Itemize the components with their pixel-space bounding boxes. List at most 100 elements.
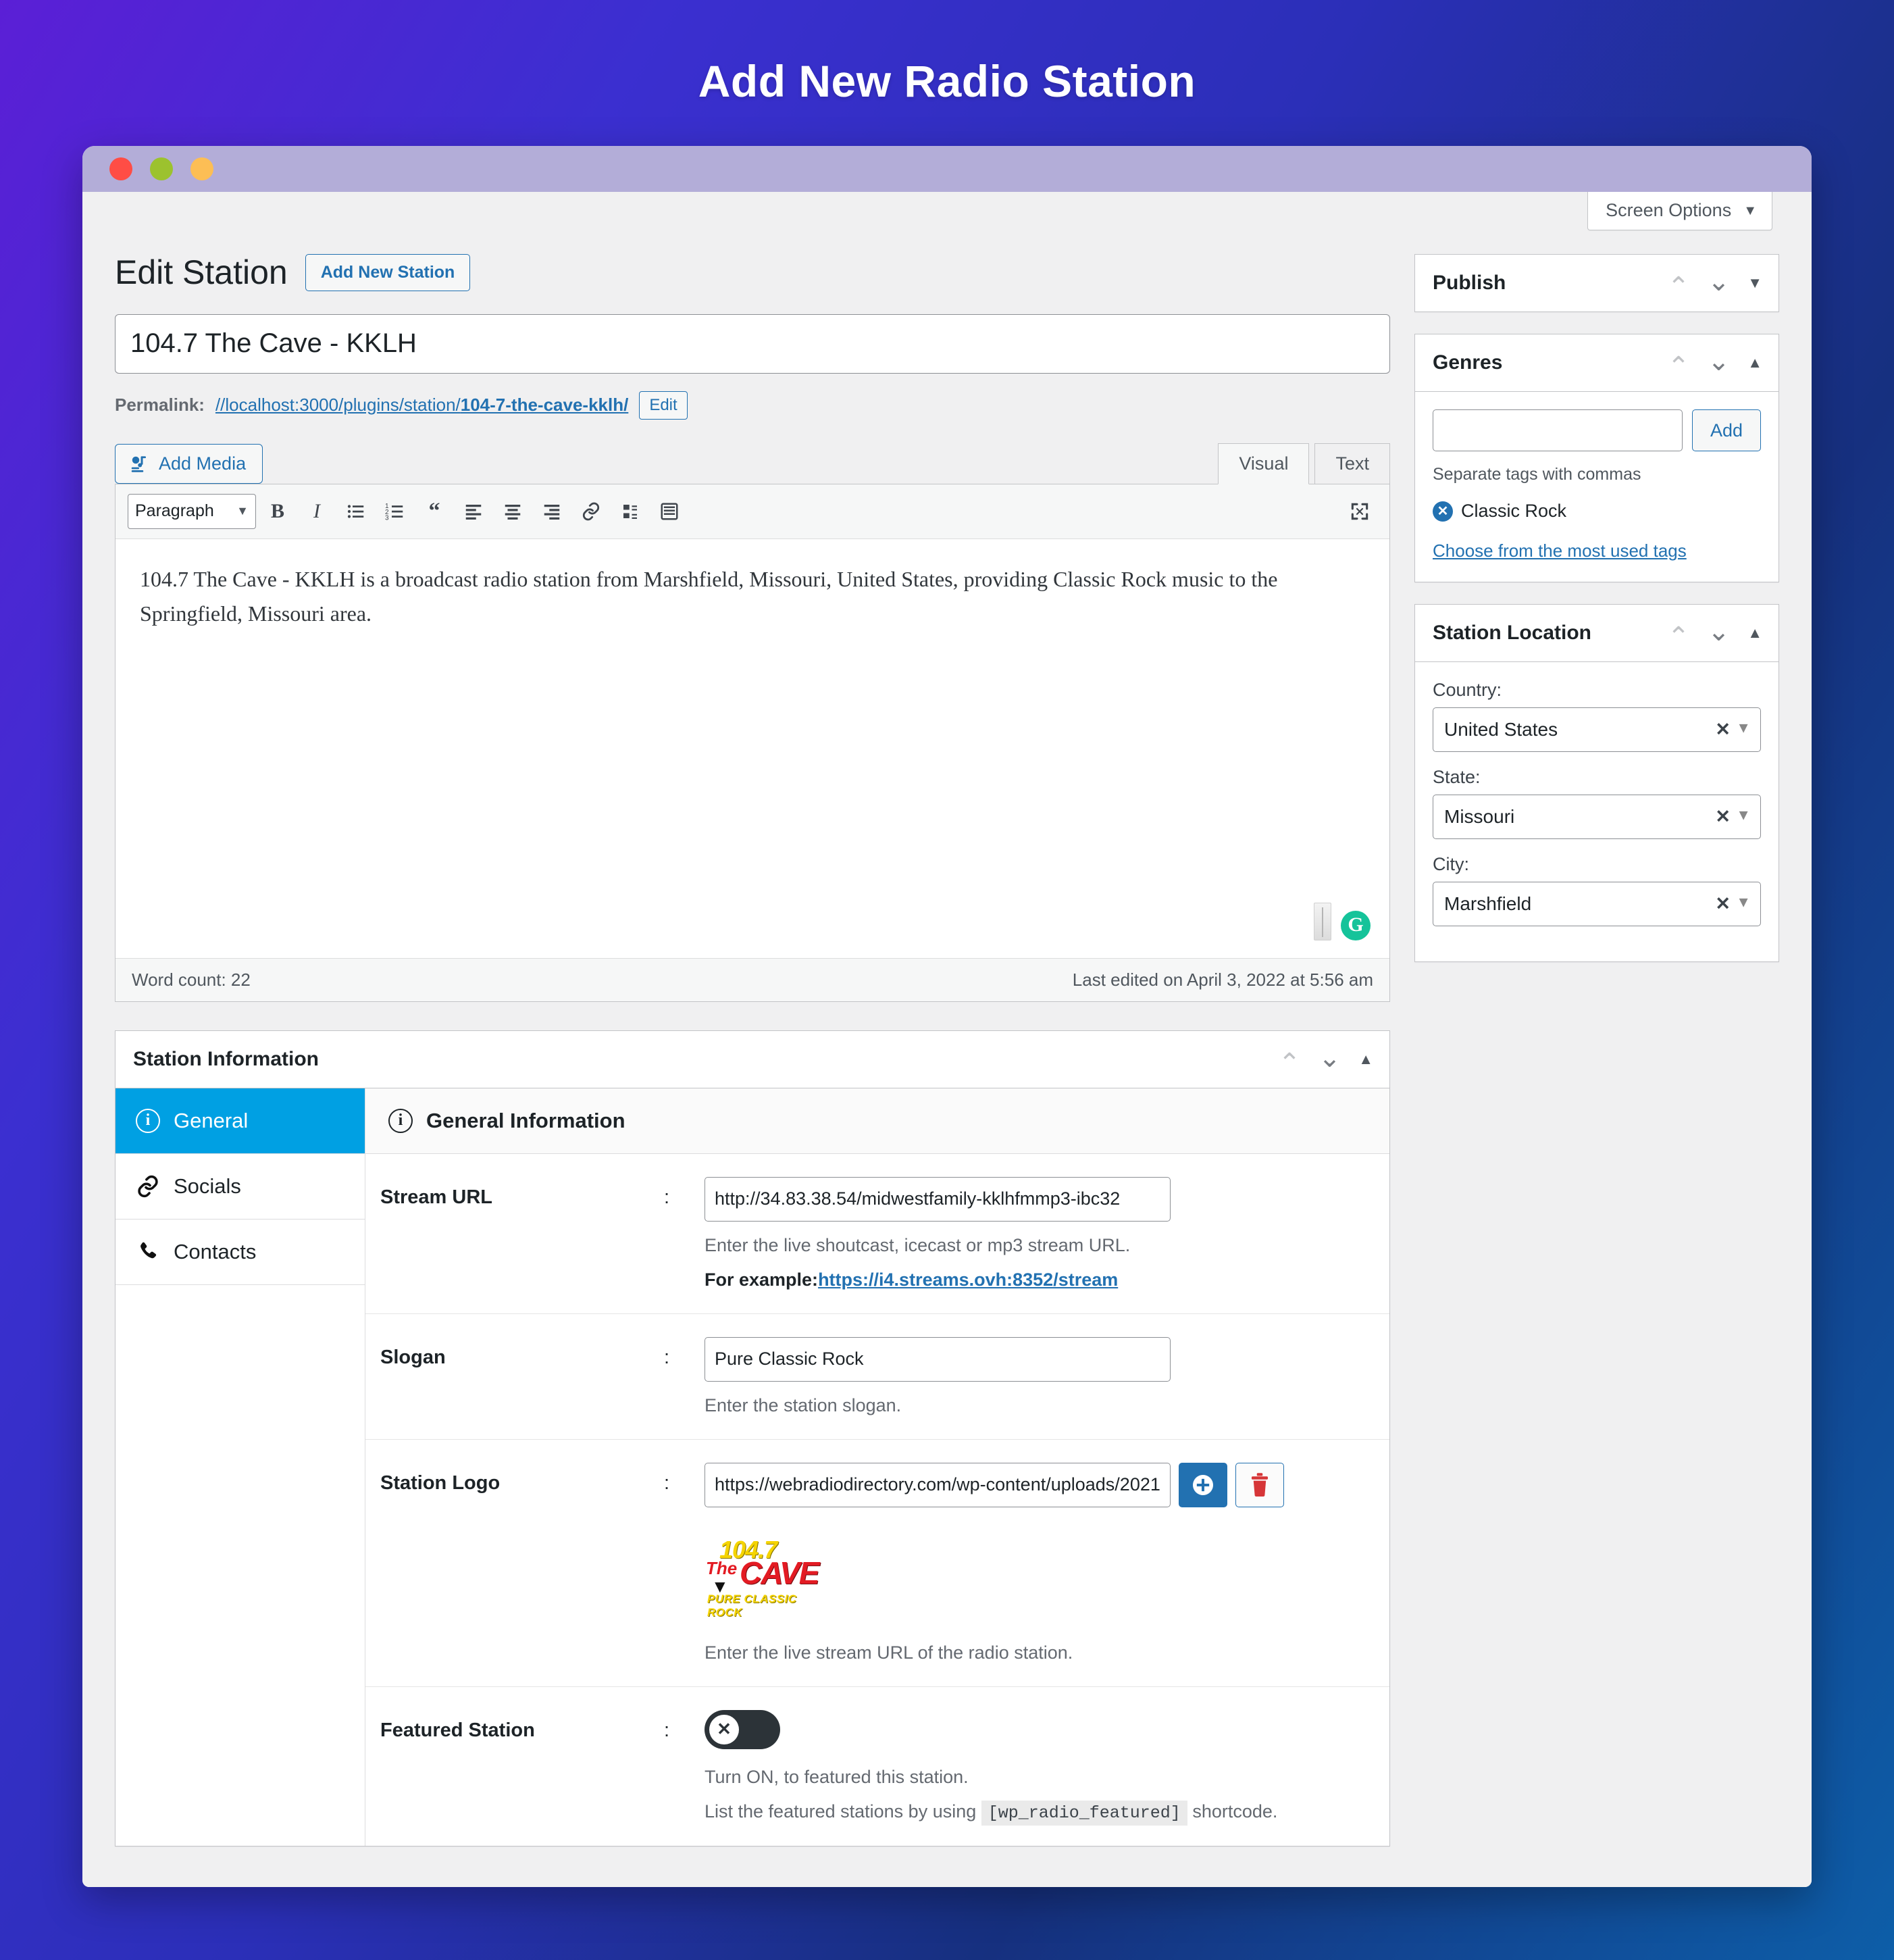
publish-order-handles: [1667, 270, 1762, 297]
station-logo-value-wrap: 104.7 The CAVE ▼ PURE CLASSIC ROCK Enter…: [705, 1462, 1366, 1663]
si-tab-general[interactable]: i General: [116, 1088, 365, 1154]
slogan-input[interactable]: [705, 1336, 1171, 1382]
clear-state-icon[interactable]: ✕: [1715, 807, 1731, 828]
tab-visual[interactable]: Visual: [1218, 443, 1310, 484]
align-right-icon[interactable]: [534, 494, 569, 529]
stream-url-example-prefix: For example:: [705, 1269, 819, 1290]
info-icon: i: [136, 1108, 160, 1133]
editor-mode-tabs: Visual Text: [1212, 443, 1390, 484]
location-order-handles: [1667, 620, 1762, 647]
editor-resize-handle[interactable]: [1314, 902, 1331, 940]
stream-url-example-link[interactable]: https://i4.streams.ovh:8352/stream: [818, 1270, 1118, 1290]
state-select[interactable]: Missouri ✕ ▼: [1433, 795, 1761, 839]
field-slogan: Slogan : Enter the station slogan.: [365, 1314, 1389, 1440]
clear-country-icon[interactable]: ✕: [1715, 720, 1731, 740]
delete-logo-button[interactable]: [1235, 1462, 1284, 1507]
chevron-down-icon: ▼: [1736, 719, 1751, 736]
country-select[interactable]: United States ✕ ▼: [1433, 707, 1761, 752]
si-tab-contacts-label: Contacts: [174, 1239, 257, 1263]
station-logo-desc: Enter the live stream URL of the radio s…: [705, 1642, 1073, 1663]
svg-text:3: 3: [385, 514, 389, 522]
blockquote-icon[interactable]: “: [417, 494, 452, 529]
window-minimize-dot[interactable]: [150, 157, 173, 180]
align-center-icon[interactable]: [495, 494, 530, 529]
read-more-icon[interactable]: [613, 494, 648, 529]
move-down-icon[interactable]: [1319, 1046, 1341, 1073]
screen-options-toggle[interactable]: Screen Options ▼: [1587, 192, 1772, 230]
editor-box: Paragraph ▼ B I 1 2 3 “ 104.7 The Cave -…: [115, 483, 1390, 1002]
window-close-dot[interactable]: [109, 157, 132, 180]
bulleted-list-icon[interactable]: [338, 494, 374, 529]
numbered-list-icon[interactable]: 1 2 3: [378, 494, 413, 529]
toggle-panel-icon[interactable]: [1747, 354, 1762, 372]
page-title: Add New Radio Station: [698, 56, 1196, 106]
genres-title: Genres: [1433, 351, 1503, 374]
featured-station-desc-1: Turn ON, to featured this station.: [705, 1766, 969, 1787]
edit-permalink-button[interactable]: Edit: [639, 391, 688, 420]
add-media-button[interactable]: Add Media: [115, 443, 263, 484]
clear-city-icon[interactable]: ✕: [1715, 894, 1731, 915]
editor-toolbar: Paragraph ▼ B I 1 2 3 “: [116, 484, 1389, 539]
si-tab-general-label: General: [174, 1108, 249, 1132]
editor-content-area[interactable]: 104.7 The Cave - KKLH is a broadcast rad…: [116, 538, 1389, 958]
wp-admin-body: Screen Options ▼ Edit Station Add New St…: [82, 192, 1812, 1887]
toggle-knob-icon: ✕: [709, 1714, 739, 1744]
tab-text[interactable]: Text: [1314, 443, 1390, 484]
align-left-icon[interactable]: [456, 494, 491, 529]
move-down-icon[interactable]: [1708, 270, 1731, 297]
move-up-icon[interactable]: [1667, 270, 1690, 297]
move-up-icon[interactable]: [1667, 620, 1690, 647]
station-title-input[interactable]: [115, 313, 1390, 374]
station-location-panel: Station Location Country: United States …: [1414, 604, 1779, 962]
bold-icon[interactable]: B: [260, 494, 295, 529]
info-icon: i: [388, 1108, 413, 1133]
paragraph-format-select[interactable]: Paragraph ▼: [128, 493, 256, 529]
genres-add-button[interactable]: Add: [1691, 409, 1761, 451]
station-logo-preview: 104.7 The CAVE ▼ PURE CLASSIC ROCK: [705, 1536, 833, 1619]
field-stream-url: Stream URL : Enter the live shoutcast, i…: [365, 1154, 1389, 1314]
featured-station-toggle[interactable]: ✕: [705, 1709, 780, 1749]
toolbar-toggle-icon[interactable]: [652, 494, 687, 529]
slogan-value-wrap: Enter the station slogan.: [705, 1336, 1366, 1416]
slogan-colon: :: [664, 1346, 670, 1368]
si-tab-socials[interactable]: Socials: [116, 1154, 365, 1220]
most-used-tags-link[interactable]: Choose from the most used tags: [1433, 541, 1687, 561]
move-up-icon[interactable]: [1667, 349, 1690, 376]
general-information-header: i General Information: [365, 1088, 1389, 1154]
logo-the: The: [706, 1557, 738, 1578]
station-logo-label: Station Logo: [380, 1472, 501, 1494]
si-tab-contacts[interactable]: Contacts: [116, 1220, 365, 1285]
italic-icon[interactable]: I: [299, 494, 334, 529]
station-logo-input[interactable]: [705, 1462, 1171, 1507]
field-featured-station: Featured Station : ✕ Turn ON, to feature…: [365, 1687, 1389, 1846]
grammarly-icon[interactable]: G: [1341, 910, 1371, 940]
toggle-panel-icon[interactable]: [1747, 274, 1762, 292]
add-logo-button[interactable]: [1179, 1462, 1227, 1507]
fullscreen-icon[interactable]: [1342, 494, 1377, 529]
move-up-icon[interactable]: [1278, 1046, 1301, 1073]
screen-options-label: Screen Options: [1606, 200, 1732, 220]
logo-bat-icon: ▼: [711, 1576, 729, 1597]
remove-tag-icon[interactable]: ✕: [1433, 501, 1453, 522]
chevron-down-icon: ▼: [1736, 893, 1751, 911]
stream-url-colon: :: [664, 1186, 670, 1208]
featured-station-label: Featured Station: [380, 1719, 535, 1741]
station-logo-colon: :: [664, 1472, 670, 1494]
move-down-icon[interactable]: [1708, 349, 1731, 376]
add-media-icon: [129, 453, 149, 474]
stream-url-example: For example:https://i4.streams.ovh:8352/…: [705, 1270, 1366, 1290]
city-select[interactable]: Marshfield ✕ ▼: [1433, 882, 1761, 926]
stream-url-input[interactable]: [705, 1176, 1171, 1222]
genres-input[interactable]: [1433, 409, 1683, 451]
window-maximize-dot[interactable]: [190, 157, 213, 180]
logo-cave: CAVE: [740, 1555, 819, 1590]
toggle-panel-icon[interactable]: [1747, 624, 1762, 642]
permalink-label: Permalink:: [115, 395, 205, 415]
featured-station-colon: :: [664, 1719, 670, 1741]
permalink-link[interactable]: //localhost:3000/plugins/station/104-7-t…: [215, 395, 628, 416]
insert-link-icon[interactable]: [573, 494, 609, 529]
plus-circle-icon: [1189, 1472, 1217, 1499]
add-new-station-button[interactable]: Add New Station: [305, 254, 471, 291]
move-down-icon[interactable]: [1708, 620, 1731, 647]
toggle-panel-icon[interactable]: [1358, 1051, 1373, 1068]
